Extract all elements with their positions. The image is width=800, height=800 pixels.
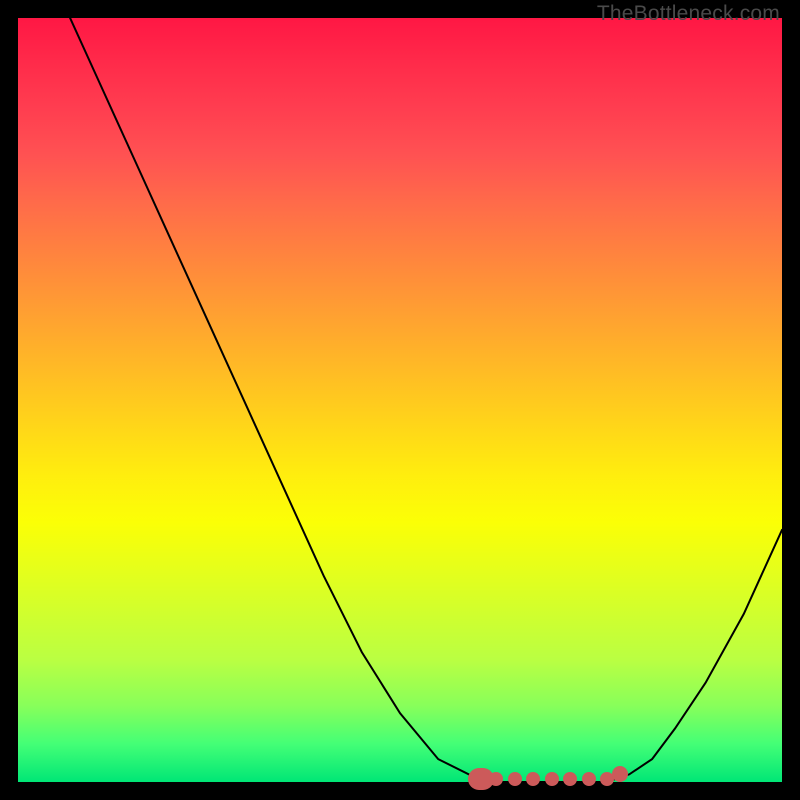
marker-dot bbox=[526, 772, 540, 786]
bottleneck-curve bbox=[18, 18, 782, 782]
curve-path bbox=[18, 18, 782, 782]
marker-dot bbox=[508, 772, 522, 786]
marker-dot bbox=[582, 772, 596, 786]
marker-dot bbox=[489, 772, 503, 786]
watermark-text: TheBottleneck.com bbox=[597, 2, 780, 26]
chart-frame: TheBottleneck.com bbox=[0, 0, 800, 800]
marker-dot bbox=[563, 772, 577, 786]
marker-dot bbox=[545, 772, 559, 786]
plot-area bbox=[18, 18, 782, 782]
